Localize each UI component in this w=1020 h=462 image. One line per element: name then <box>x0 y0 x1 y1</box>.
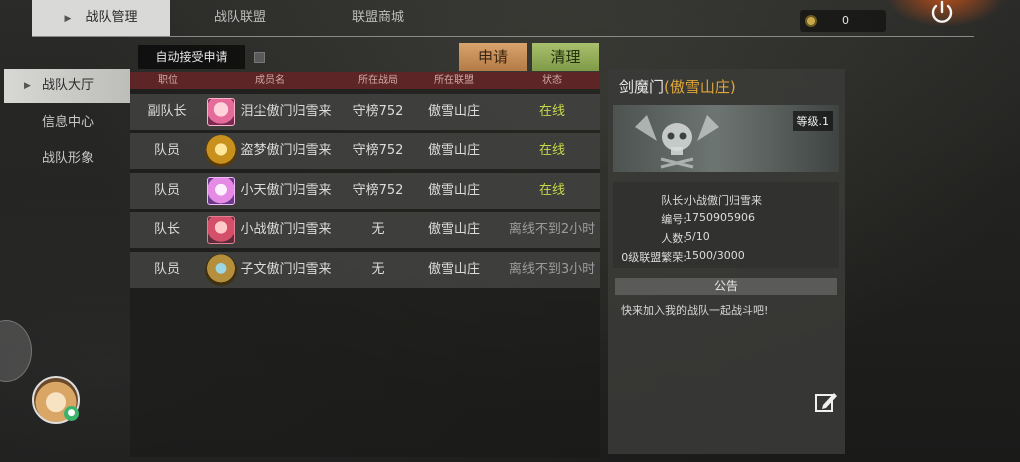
member-avatar <box>207 98 235 126</box>
info-key: 编号: <box>661 213 687 226</box>
member-status: 离线不到2小时 <box>508 222 596 237</box>
member-name: 小战傲门归雪来 <box>240 222 332 237</box>
notice-header: 公告 <box>615 278 837 295</box>
coin-icon <box>805 15 817 27</box>
member-server: 守榜752 <box>352 143 404 158</box>
guild-name: 剑魔门 <box>619 78 665 96</box>
skull-emblem-icon <box>635 115 719 169</box>
member-position: 队员 <box>153 183 180 198</box>
info-key: 队长: <box>661 194 687 207</box>
guild-title: 剑魔门(傲雪山庄) <box>619 76 736 97</box>
member-avatar <box>205 254 237 286</box>
currency-value: 0 <box>842 14 849 27</box>
header-server: 所在战局 <box>358 75 398 86</box>
sidebar-item-info-center[interactable]: 信息中心 <box>4 106 130 140</box>
header-status: 状态 <box>542 75 562 86</box>
info-value: 小战傲门归雪来 <box>685 194 762 207</box>
clear-button[interactable]: 清理 <box>532 43 599 71</box>
member-server: 无 <box>371 222 385 237</box>
auto-accept-checkbox[interactable] <box>254 52 265 63</box>
auto-accept-label: 自动接受申请 <box>138 45 245 69</box>
info-key: 人数: <box>661 232 687 245</box>
member-avatar <box>207 216 235 244</box>
table-row[interactable]: 队长 小战傲门归雪来 无 傲雪山庄 离线不到2小时 <box>130 212 600 248</box>
member-server: 守榜752 <box>352 104 404 119</box>
tab-team-management[interactable]: ▶ 战队管理 <box>32 0 170 36</box>
sidebar-item-label: 战队形象 <box>42 151 95 166</box>
tab-label: 战队联盟 <box>213 10 266 25</box>
table-row[interactable]: 队员 盗梦傲门归雪来 守榜752 傲雪山庄 在线 <box>130 133 600 169</box>
tab-label: 战队管理 <box>85 10 138 25</box>
sidebar-item-label: 信息中心 <box>42 115 95 130</box>
header-position: 职位 <box>158 75 178 86</box>
edit-icon <box>815 393 837 412</box>
member-status: 在线 <box>538 143 565 158</box>
member-name: 小天傲门归雪来 <box>240 183 332 198</box>
member-position: 队员 <box>153 143 180 158</box>
member-status: 在线 <box>538 183 565 198</box>
guild-level-badge: 等级.1 <box>792 111 833 131</box>
member-server: 无 <box>371 262 385 277</box>
play-arrow-icon: ▶ <box>64 14 72 24</box>
member-name: 盗梦傲门归雪来 <box>240 143 332 158</box>
sidebar-item-team-image[interactable]: 战队形象 <box>4 142 130 176</box>
header-member-name: 成员名 <box>255 75 285 86</box>
table-row[interactable]: 队员 小天傲门归雪来 守榜752 傲雪山庄 在线 <box>130 173 600 209</box>
member-avatar <box>205 135 237 167</box>
info-key: 0级联盟繁荣: <box>621 251 687 264</box>
member-status: 在线 <box>538 104 565 119</box>
member-position: 队员 <box>153 262 180 277</box>
tab-alliance-shop[interactable]: 联盟商城 <box>330 0 426 36</box>
apply-button[interactable]: 申请 <box>459 43 527 71</box>
member-name: 子文傲门归雪来 <box>240 262 332 277</box>
currency-display: 0 <box>800 10 886 32</box>
notice-text: 快来加入我的战队一起战斗吧! <box>621 304 769 317</box>
member-position: 副队长 <box>147 104 187 119</box>
info-value: 1500/3000 <box>685 249 745 262</box>
member-server: 守榜752 <box>352 183 404 198</box>
edit-notice-button[interactable] <box>814 391 838 413</box>
member-alliance: 傲雪山庄 <box>427 262 480 277</box>
guild-info-box: 队长: 小战傲门归雪来 编号: 1750905906 人数: 5/10 0级联盟… <box>613 182 839 268</box>
guild-alliance: (傲雪山庄) <box>664 78 736 96</box>
table-row[interactable]: 队员 子文傲门归雪来 无 傲雪山庄 离线不到3小时 <box>130 252 600 288</box>
member-position: 队长 <box>153 222 180 237</box>
table-header: 职位 成员名 所在战局 所在联盟 状态 <box>130 72 600 89</box>
sidebar-item-label: 战队大厅 <box>42 78 95 93</box>
member-avatar <box>207 177 235 205</box>
member-alliance: 傲雪山庄 <box>427 183 480 198</box>
microphone-icon[interactable]: ● <box>64 406 79 421</box>
info-value: 1750905906 <box>685 211 755 224</box>
power-icon <box>931 0 953 23</box>
power-button[interactable] <box>920 0 964 28</box>
assist-float-button[interactable] <box>0 320 32 382</box>
table-row[interactable]: 副队长 泪尘傲门归雪来 守榜752 傲雪山庄 在线 <box>130 94 600 130</box>
member-name: 泪尘傲门归雪来 <box>240 104 332 119</box>
member-status: 离线不到3小时 <box>508 262 596 277</box>
member-alliance: 傲雪山庄 <box>427 143 480 158</box>
sidebar-item-team-hall[interactable]: ▶ 战队大厅 <box>4 69 130 103</box>
member-alliance: 傲雪山庄 <box>427 222 480 237</box>
tab-team-alliance[interactable]: 战队联盟 <box>192 0 288 36</box>
guild-banner: 等级.1 <box>613 105 839 172</box>
member-alliance: 傲雪山庄 <box>427 104 480 119</box>
tab-label: 联盟商城 <box>351 10 404 25</box>
header-alliance: 所在联盟 <box>434 75 474 86</box>
info-value: 5/10 <box>685 230 710 243</box>
play-arrow-icon: ▶ <box>24 81 31 91</box>
